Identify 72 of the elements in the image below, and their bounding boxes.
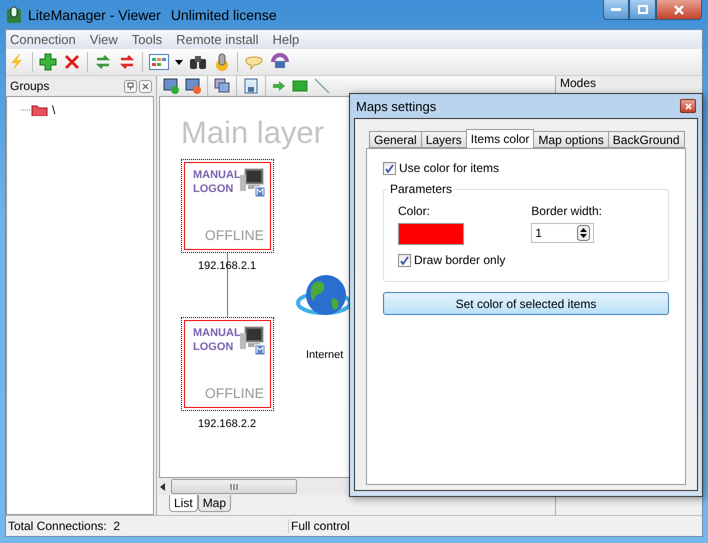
binoculars-icon[interactable]: [189, 54, 207, 70]
tree-item[interactable]: \: [52, 103, 56, 117]
use-color-checkbox[interactable]: Use color for items: [383, 161, 669, 175]
border-only-checkbox[interactable]: Draw border only: [398, 253, 658, 267]
menu-item[interactable]: Tools: [132, 32, 162, 47]
menu-item[interactable]: View: [90, 32, 118, 47]
node-label: LOGON: [193, 183, 234, 195]
status-text: Full control: [290, 519, 351, 533]
app-icon[interactable]: [6, 6, 22, 24]
computer-node[interactable]: MANUAL LOGON OFFLINE: [181, 317, 274, 411]
close-icon[interactable]: [142, 82, 149, 90]
pin-icon[interactable]: [127, 82, 134, 90]
dialog-title: Maps settings: [356, 98, 436, 114]
save-icon[interactable]: [243, 78, 259, 94]
minimize-button[interactable]: [603, 0, 629, 20]
close-button[interactable]: [656, 0, 702, 20]
field-label: Border width:: [531, 204, 602, 218]
grid-view-icon[interactable]: [149, 54, 169, 70]
layer-title: Main layer: [181, 115, 324, 151]
plus-icon[interactable]: [39, 53, 57, 71]
swap-arrows-icon[interactable]: [94, 53, 112, 71]
rectangle-icon[interactable]: [292, 79, 308, 93]
arrow-icon[interactable]: [272, 80, 286, 92]
close-icon[interactable]: [63, 53, 81, 71]
dialog-tab[interactable]: Items color: [466, 129, 534, 148]
checkbox-icon[interactable]: [398, 254, 411, 266]
panel-title: Groups: [10, 79, 50, 93]
remove-screen-icon[interactable]: [185, 78, 201, 94]
node-status: OFFLINE: [204, 227, 264, 243]
knob-icon[interactable]: [213, 53, 231, 71]
close-button[interactable]: [139, 80, 152, 92]
ip-address: 192.168.2.2: [198, 418, 256, 430]
windows-icon[interactable]: [214, 78, 230, 94]
folder-icon: [21, 104, 49, 116]
menu-item[interactable]: Connection: [10, 32, 76, 47]
checkbox-icon[interactable]: [383, 162, 396, 174]
view-tab[interactable]: Map: [198, 495, 232, 512]
set-color-button[interactable]: Set color of selected items: [383, 292, 669, 315]
window-title: LiteManager - Viewer: [28, 6, 161, 22]
computer-node[interactable]: MANUAL LOGON OFFLINE: [181, 159, 274, 253]
border-width-field[interactable]: 1: [531, 223, 594, 243]
menu-item[interactable]: Help: [272, 32, 300, 47]
dialog-tab[interactable]: Map options: [533, 131, 609, 148]
ip-address: 192.168.2.1: [198, 260, 256, 272]
dialog-tab[interactable]: General: [369, 131, 422, 148]
scrollbar-thumb[interactable]: [171, 479, 297, 494]
connection-line: [227, 253, 228, 317]
pin-button[interactable]: [124, 80, 137, 92]
node-label: LOGON: [193, 341, 234, 353]
color-swatch[interactable]: [398, 223, 464, 245]
license-label: Unlimited license: [170, 6, 277, 22]
node-status: OFFLINE: [204, 385, 264, 401]
computer-icon: [240, 325, 266, 355]
caret-icon[interactable]: [175, 60, 183, 64]
field-label: Color:: [398, 204, 432, 218]
spinner-icon[interactable]: [577, 225, 590, 241]
menu-item[interactable]: Remote install: [176, 32, 258, 47]
maximize-button[interactable]: [629, 0, 656, 20]
swap-arrows-icon[interactable]: [118, 53, 136, 71]
panel-title: Modes: [560, 76, 596, 90]
close-button[interactable]: [680, 99, 696, 113]
view-tab[interactable]: List: [169, 495, 198, 512]
group-title: Parameters: [388, 182, 454, 196]
status-text: Total Connections: 2: [6, 519, 289, 533]
dialog-tab[interactable]: BackGround: [608, 131, 684, 148]
dialog-tab[interactable]: Layers: [420, 131, 467, 148]
node-label: MANUAL: [193, 169, 241, 181]
scroll-left-icon[interactable]: [159, 482, 167, 490]
computer-icon: [240, 167, 266, 197]
node-label: Internet: [306, 349, 344, 361]
add-screen-icon[interactable]: [163, 78, 179, 94]
node-label: MANUAL: [193, 327, 241, 339]
